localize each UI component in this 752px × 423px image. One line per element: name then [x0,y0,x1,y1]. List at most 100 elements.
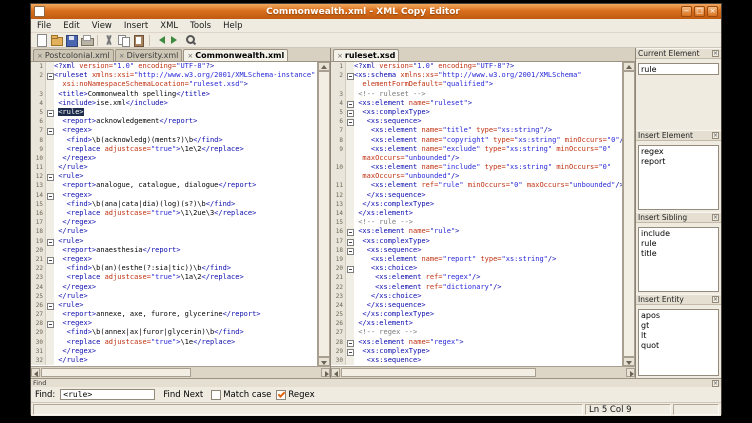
panel-close-icon[interactable]: × [712,296,719,303]
code-line[interactable]: 23 </xs:choice> [331,292,622,301]
code-line[interactable]: 11 <xs:element ref="rule" minOccurs="0" … [331,181,622,190]
fold-marker-icon[interactable] [346,117,354,126]
menu-view[interactable]: View [86,21,118,31]
scroll-thumb[interactable] [623,71,635,357]
left-editor[interactable]: 1<?xml version="1.0" encoding="UTF-8"?>2… [31,62,330,366]
fold-marker-icon[interactable] [346,99,354,108]
menu-help[interactable]: Help [217,21,248,31]
code-line[interactable]: 26 </xs:element> [331,319,622,328]
fold-marker-icon[interactable] [46,108,54,117]
code-line[interactable]: 9 <replace adjustcase="true">\1e\2</repl… [31,145,317,154]
list-item[interactable]: title [641,249,716,259]
code-line[interactable]: 15 <!-- rule --> [331,218,622,227]
fold-marker-icon[interactable] [46,191,54,200]
code-line[interactable]: 14 </xs:element> [331,209,622,218]
code-line[interactable]: 17 <xs:complexType> [331,237,622,246]
right-vertical-scrollbar[interactable] [622,62,635,366]
right-editor[interactable]: 1<?xml version="1.0" encoding="UTF-8"?>2… [331,62,635,366]
code-line[interactable]: 17 </regex> [31,218,317,227]
code-line[interactable]: 29 <xs:complexType> [331,347,622,356]
code-line[interactable]: 4 <include>ise.xml</include> [31,99,317,108]
fold-marker-icon[interactable] [346,264,354,273]
code-line[interactable]: 4 <xs:element name="ruleset"> [331,99,622,108]
code-line[interactable]: 9 <xs:element name="exclude" type="xs:st… [331,145,622,154]
code-line[interactable]: maxOccurs="unbounded"/> [331,154,622,163]
left-vertical-scrollbar[interactable] [317,62,330,366]
code-line[interactable]: 19 <xs:element name="report" type="xs:st… [331,255,622,264]
list-item[interactable]: quot [641,341,716,351]
code-line[interactable]: 2<ruleset xmlns:xsi="http://www.w3.org/2… [31,71,317,80]
minimize-button-icon[interactable] [681,6,692,17]
scroll-thumb[interactable] [41,368,191,377]
scroll-left-icon[interactable] [331,368,340,377]
code-line[interactable]: 25 </rule> [31,292,317,301]
tab-commonwealth.xml[interactable]: ×Commonwealth.xml [183,49,288,61]
panel-close-icon[interactable]: × [712,214,719,221]
scroll-right-icon[interactable] [626,368,635,377]
code-line[interactable]: 10 <xs:element name="include" type="xs:s… [331,163,622,172]
menu-xml[interactable]: XML [154,21,184,31]
cut-icon[interactable] [102,34,115,46]
print-icon[interactable] [80,34,93,46]
list-item[interactable]: rule [641,239,716,249]
match-case-option[interactable]: Match case [211,390,271,400]
code-line[interactable]: 6 <xs:sequence> [331,117,622,126]
code-line[interactable]: 25 </xs:complexType> [331,310,622,319]
code-line[interactable]: 24 </xs:sequence> [331,301,622,310]
fold-marker-icon[interactable] [346,246,354,255]
close-tab-icon[interactable]: × [37,52,43,60]
code-line[interactable]: 1<?xml version="1.0" encoding="UTF-8"?> [331,62,622,71]
code-line[interactable]: 2<xs:schema xmlns:xs="http://www.w3.org/… [331,71,622,80]
code-line[interactable]: 3 <title>Commonwealth spelling</title> [31,90,317,99]
right-code-area[interactable]: 1<?xml version="1.0" encoding="UTF-8"?>2… [331,62,622,366]
panel-close-icon[interactable]: × [712,132,719,139]
code-line[interactable]: 16 <xs:element name="rule"> [331,227,622,236]
code-line[interactable]: 8 <find>\b(acknowledg)(ments?)\b</find> [31,136,317,145]
code-line[interactable]: 1<?xml version="1.0" encoding="UTF-8"?> [31,62,317,71]
code-line[interactable]: 10 </regex> [31,154,317,163]
fold-marker-icon[interactable] [46,172,54,181]
code-line[interactable]: 5 <xs:complexType> [331,108,622,117]
list-item[interactable]: report [641,157,716,167]
code-line[interactable]: 29 <find>\b(annex|ax|furor|glycerin)\b</… [31,328,317,337]
fold-marker-icon[interactable] [346,227,354,236]
find-input[interactable] [60,389,155,400]
panel-close-icon[interactable]: × [712,50,719,57]
code-line[interactable]: 28 <xs:element name="regex"> [331,338,622,347]
find-icon[interactable] [184,34,197,46]
scroll-thumb[interactable] [318,71,330,357]
list-item[interactable]: apos [641,311,716,321]
scroll-right-icon[interactable] [321,368,330,377]
scroll-left-icon[interactable] [31,368,40,377]
code-line[interactable]: 11 </rule> [31,163,317,172]
scroll-up-icon[interactable] [623,62,635,71]
code-line[interactable]: 20 <report>anaesthesia</report> [31,246,317,255]
tab-ruleset.xsd[interactable]: ×ruleset.xsd [333,49,399,61]
tab-diversity.xml[interactable]: ×Diversity.xml [115,49,183,61]
left-code-area[interactable]: 1<?xml version="1.0" encoding="UTF-8"?>2… [31,62,317,366]
code-line[interactable]: 15 <find>\b(ana|cata|dia)(log)(s?)\b</fi… [31,200,317,209]
code-line[interactable]: 13 <report>analogue, catalogue, dialogue… [31,181,317,190]
fold-marker-icon[interactable] [346,71,354,80]
fold-marker-icon[interactable] [46,301,54,310]
scroll-down-icon[interactable] [318,357,330,366]
code-line[interactable]: 18 </rule> [31,227,317,236]
code-line[interactable]: 22 <xs:element ref="dictionary"/> [331,283,622,292]
code-line[interactable]: 12 <rule> [31,172,317,181]
code-line[interactable]: 30 <replace adjustcase="true">\1e</repla… [31,338,317,347]
fold-marker-icon[interactable] [346,237,354,246]
code-line[interactable]: 27 <!-- regex --> [331,328,622,337]
fold-marker-icon[interactable] [46,237,54,246]
code-line[interactable]: 3 <!-- ruleset --> [331,90,622,99]
close-button-icon[interactable] [707,6,718,17]
match-case-checkbox[interactable] [211,390,221,400]
fold-marker-icon[interactable] [46,71,54,80]
maximize-button-icon[interactable] [694,6,705,17]
fold-marker-icon[interactable] [346,338,354,347]
close-tab-icon[interactable]: × [119,52,125,60]
new-icon[interactable] [35,34,48,46]
code-line[interactable]: 14 <regex> [31,191,317,200]
scroll-down-icon[interactable] [623,357,635,366]
code-line[interactable]: 19 <rule> [31,237,317,246]
scroll-up-icon[interactable] [318,62,330,71]
